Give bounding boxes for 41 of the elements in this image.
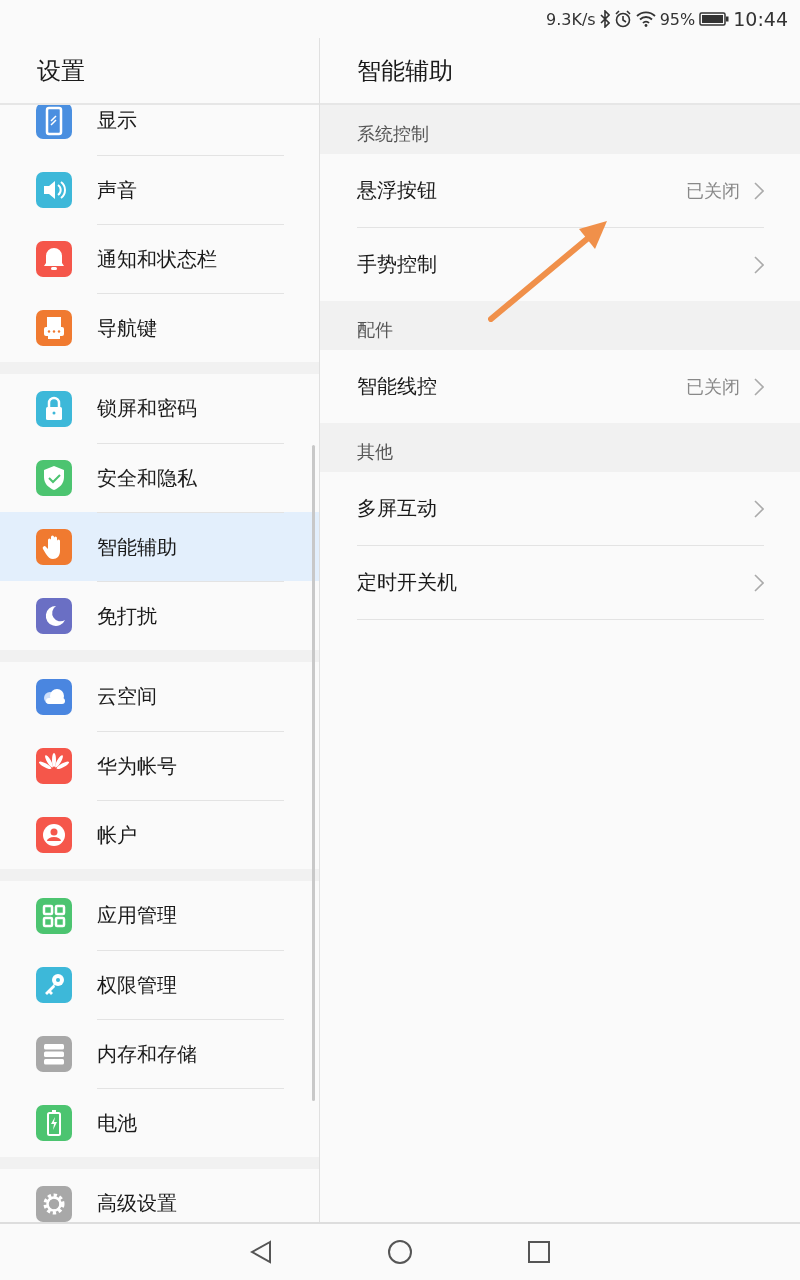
shield-icon <box>36 459 72 496</box>
grid-icon <box>36 897 72 934</box>
storage-icon <box>36 1035 72 1072</box>
settings-row[interactable]: 智能线控 已关闭 <box>357 350 764 423</box>
settings-row[interactable]: 多屏互动 <box>357 472 764 545</box>
petals-icon <box>36 747 72 784</box>
speaker-icon <box>36 171 72 208</box>
person-icon <box>36 816 72 853</box>
battery-icon <box>36 1104 72 1141</box>
recents-button[interactable] <box>527 1240 551 1264</box>
status-value: 已关闭 <box>686 374 740 399</box>
battery-icon <box>699 12 730 26</box>
network-speed: 9.3K/s <box>546 9 596 29</box>
sidebar-item[interactable]: 智能辅助 <box>0 512 319 581</box>
home-button[interactable] <box>388 1240 412 1264</box>
cloud-icon <box>36 678 72 715</box>
chevron-icon <box>754 255 764 274</box>
status-value: 已关闭 <box>686 178 740 203</box>
battery-percent: 95% <box>659 9 696 29</box>
bluetooth-icon <box>599 10 610 28</box>
lock-icon <box>36 390 72 427</box>
chevron-icon <box>754 181 764 200</box>
chevron-icon <box>754 499 764 518</box>
alarm-icon <box>613 10 632 28</box>
section-header: 配件 <box>356 318 393 342</box>
wifi-icon <box>635 11 656 27</box>
keypad-icon <box>36 309 72 346</box>
chevron-icon <box>754 573 764 592</box>
bell-icon <box>36 240 72 277</box>
gear-icon <box>36 1185 72 1222</box>
hand-icon <box>36 528 72 565</box>
chevron-icon <box>754 377 764 396</box>
settings-row[interactable]: 悬浮按钮 已关闭 <box>357 154 764 227</box>
display-icon <box>36 105 72 139</box>
key-icon <box>36 966 72 1003</box>
section-header: 系统控制 <box>356 122 429 146</box>
back-button[interactable] <box>249 1240 273 1264</box>
clock-time: 10:44 <box>733 8 788 30</box>
section-header: 其他 <box>356 440 393 464</box>
moon-icon <box>36 597 72 634</box>
settings-row[interactable]: 定时开关机 <box>357 545 764 620</box>
